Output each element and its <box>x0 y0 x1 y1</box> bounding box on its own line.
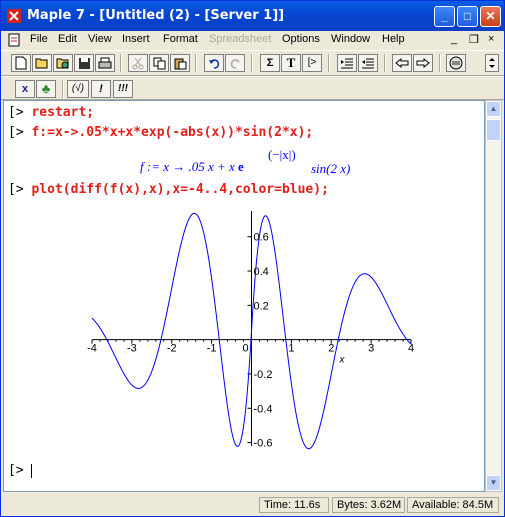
close-button[interactable]: ✕ <box>480 6 501 27</box>
forward-icon[interactable] <box>413 54 433 72</box>
menu-help[interactable]: Help <box>382 33 405 45</box>
y-tick-label: 0.6 <box>254 232 269 244</box>
command-restart[interactable]: restart; <box>31 105 94 120</box>
input-line-4[interactable]: [> <box>8 463 33 478</box>
command-define-f[interactable]: f:=x->.05*x+x*exp(-abs(x))*sin(2*x); <box>31 125 313 140</box>
x-axis-label: x <box>339 355 346 366</box>
prompt: [> <box>8 463 24 478</box>
open-url-icon[interactable] <box>53 54 73 72</box>
prompt: [> <box>8 125 24 140</box>
menu-edit[interactable]: Edit <box>58 33 77 45</box>
output-f-definition: f := x → .05 x + x e <box>140 159 244 175</box>
status-time: Time: 11.6s <box>259 497 329 513</box>
x-tick-label: 0 <box>243 343 249 355</box>
output-sin-term: sin(2 x) <box>311 161 351 176</box>
stop-icon[interactable] <box>446 54 466 72</box>
y-tick-label: 0.2 <box>254 300 269 312</box>
print-icon[interactable] <box>95 54 115 72</box>
command-plot[interactable]: plot(diff(f(x),x),x=-4..4,color=blue); <box>31 182 328 197</box>
output-lhs: f := x → .05 x + x <box>140 159 235 174</box>
execute-all-button[interactable]: !!! <box>113 80 133 98</box>
worksheet[interactable]: [> restart; [> f:=x->.05*x+x*exp(-abs(x)… <box>3 100 485 492</box>
interrupt-button[interactable]: x <box>15 80 35 98</box>
x-tick-label: 3 <box>368 343 374 355</box>
indent-icon[interactable] <box>337 54 357 72</box>
input-line-2[interactable]: [> f:=x->.05*x+x*exp(-abs(x))*sin(2*x); <box>8 125 313 140</box>
mdi-close-button[interactable]: × <box>488 33 494 45</box>
save-icon[interactable] <box>74 54 94 72</box>
prompt: [> <box>8 182 24 197</box>
menu-file[interactable]: File <box>30 33 48 45</box>
menu-format[interactable]: Format <box>163 33 198 45</box>
copy-icon[interactable] <box>149 54 169 72</box>
menu-insert[interactable]: Insert <box>122 33 150 45</box>
menu-options[interactable]: Options <box>282 33 320 45</box>
undo-icon[interactable] <box>204 54 224 72</box>
status-bar: Time: 11.6s Bytes: 3.62M Available: 84.5… <box>1 494 504 516</box>
prompt-icon[interactable]: [> <box>302 54 322 72</box>
paste-icon[interactable] <box>170 54 190 72</box>
new-icon[interactable] <box>11 54 31 72</box>
input-line-3[interactable]: [> plot(diff(f(x),x),x=-4..4,color=blue)… <box>8 182 329 197</box>
menu-spreadsheet: Spreadsheet <box>209 33 272 45</box>
x-tick-label: 1 <box>288 343 294 355</box>
vertical-scrollbar[interactable]: ▲ ▼ <box>485 100 502 492</box>
menu-view[interactable]: View <box>88 33 112 45</box>
maple-window: Maple 7 - [Untitled (2) - [Server 1]] _ … <box>0 0 505 517</box>
x-tick-label: -4 <box>87 343 97 355</box>
mdi-minimize-button[interactable]: _ <box>451 33 457 45</box>
redo-icon <box>225 54 245 72</box>
outdent-icon[interactable] <box>358 54 378 72</box>
prompt: [> <box>8 105 24 120</box>
output-exp-argument: (−|x|) <box>268 147 296 162</box>
y-tick-label: -0.4 <box>254 403 273 415</box>
maple-leaf-icon[interactable]: ♣ <box>36 80 56 98</box>
execute-group-button[interactable]: ! <box>91 80 111 98</box>
title-bar[interactable]: Maple 7 - [Untitled (2) - [Server 1]] _ … <box>1 1 504 31</box>
x-tick-label: 4 <box>408 343 414 355</box>
main-toolbar: Σ T [> <box>1 50 504 76</box>
maximize-button[interactable]: □ <box>457 6 478 27</box>
window-title: Maple 7 - [Untitled (2) - [Server 1]] <box>27 8 285 23</box>
y-tick-label: -0.6 <box>254 438 273 450</box>
toolbar-scroll-icon[interactable] <box>485 54 499 72</box>
cut-icon <box>128 54 148 72</box>
status-bytes: Bytes: 3.62M <box>332 497 405 513</box>
input-line-1[interactable]: [> restart; <box>8 105 94 120</box>
back-icon[interactable] <box>392 54 412 72</box>
document-icon[interactable] <box>7 33 21 47</box>
x-tick-label: -2 <box>167 343 177 355</box>
scroll-up-icon[interactable]: ▲ <box>486 101 501 117</box>
x-tick-label: -1 <box>207 343 217 355</box>
maple-app-icon <box>7 9 21 23</box>
menu-bar: File Edit View Insert Format Spreadsheet… <box>1 31 504 49</box>
status-available: Available: 84.5M <box>407 497 499 513</box>
menu-window[interactable]: Window <box>331 33 370 45</box>
scroll-thumb[interactable] <box>486 119 501 141</box>
scroll-down-icon[interactable]: ▼ <box>486 475 501 491</box>
x-tick-label: -3 <box>127 343 137 355</box>
open-icon[interactable] <box>32 54 52 72</box>
sigma-icon[interactable]: Σ <box>260 54 280 72</box>
text-icon[interactable]: T <box>281 54 301 72</box>
output-exp-e: e <box>238 159 244 174</box>
check-syntax-button[interactable]: (√) <box>67 80 89 98</box>
minimize-button[interactable]: _ <box>434 6 455 27</box>
plot-region[interactable]: -4 -3 -2 -1 0 1 2 3 4-0.6-0.4-0.20.20.40.6x <box>4 201 484 456</box>
y-tick-label: -0.2 <box>254 369 273 381</box>
context-toolbar: x ♣ (√) ! !!! <box>1 76 504 100</box>
text-cursor <box>31 463 33 478</box>
mdi-restore-button[interactable]: ❐ <box>469 33 479 46</box>
x-tick-label: 2 <box>328 343 334 355</box>
